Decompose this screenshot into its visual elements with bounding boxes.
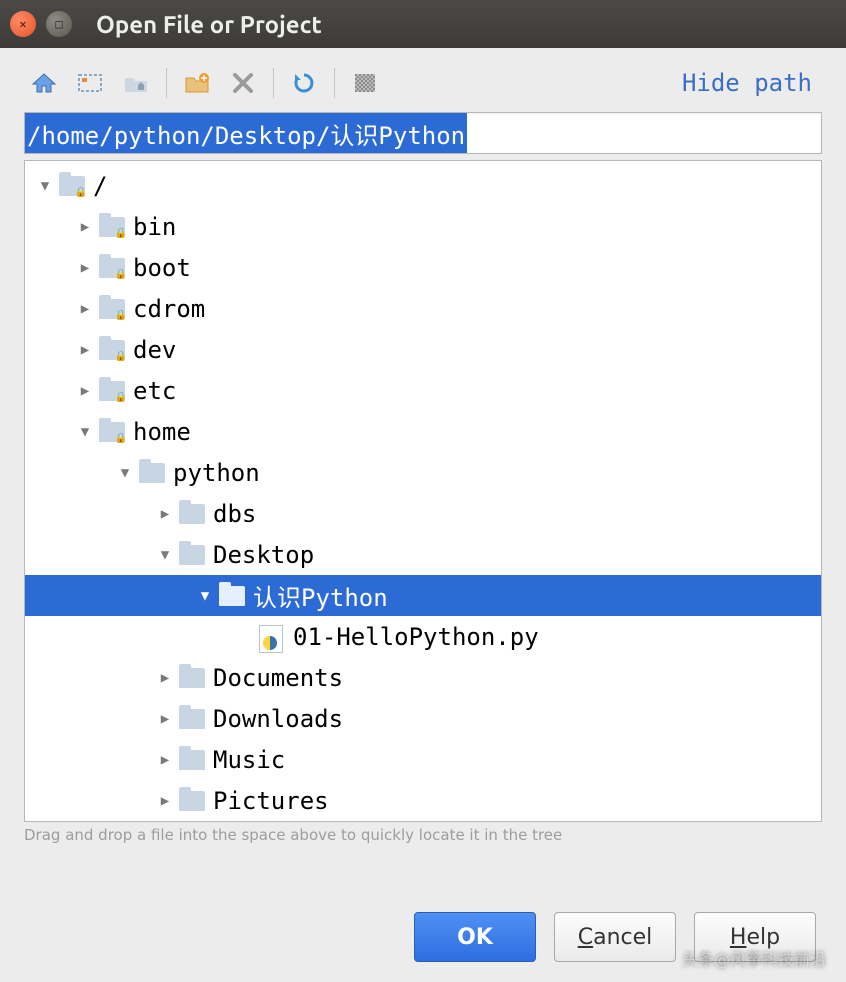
module-button[interactable]: [70, 64, 110, 102]
folder-icon: [179, 707, 207, 731]
toolbar-separator: [273, 68, 274, 98]
tree-label: /: [93, 172, 107, 200]
folder-icon: [179, 543, 207, 567]
tree-row[interactable]: dev: [25, 329, 821, 370]
tree-label: dev: [133, 336, 176, 364]
help-button[interactable]: Help: [694, 912, 816, 962]
tree-label: etc: [133, 377, 176, 405]
expand-arrow-icon[interactable]: [73, 301, 97, 317]
delete-button[interactable]: [223, 64, 263, 102]
help-rest: elp: [746, 925, 780, 950]
cancel-button[interactable]: Cancel: [554, 912, 676, 962]
folder-icon: [179, 789, 207, 813]
path-text: /home/python/Desktop/认识Python: [25, 113, 467, 153]
folder-icon: [139, 461, 167, 485]
expand-arrow-icon[interactable]: [113, 465, 137, 481]
tree-label: Desktop: [213, 541, 314, 569]
expand-arrow-icon[interactable]: [153, 670, 177, 686]
expand-arrow-icon[interactable]: [153, 711, 177, 727]
folder-up-button[interactable]: [116, 64, 156, 102]
home-icon: [31, 71, 57, 95]
expand-arrow-icon[interactable]: [73, 219, 97, 235]
show-hidden-icon: [353, 72, 377, 94]
window-minimize-button[interactable]: □: [46, 11, 72, 37]
tree-label: Downloads: [213, 705, 343, 733]
folder-icon: [99, 379, 127, 403]
ok-button[interactable]: OK: [414, 912, 536, 962]
tree-row[interactable]: Downloads: [25, 698, 821, 739]
tree-label: Pictures: [213, 787, 329, 815]
cancel-mnemonic: C: [578, 925, 593, 950]
toolbar-separator: [334, 68, 335, 98]
expand-arrow-icon[interactable]: [153, 547, 177, 563]
window-close-button[interactable]: ✕: [10, 11, 36, 37]
tree-label: home: [133, 418, 191, 446]
home-button[interactable]: [24, 64, 64, 102]
drag-hint: Drag and drop a file into the space abov…: [24, 826, 822, 844]
tree-label: boot: [133, 254, 191, 282]
toolbar-separator: [166, 68, 167, 98]
tree-label: dbs: [213, 500, 256, 528]
expand-arrow-icon[interactable]: [153, 752, 177, 768]
folder-icon: [219, 584, 247, 608]
refresh-icon: [292, 71, 316, 95]
refresh-button[interactable]: [284, 64, 324, 102]
tree-label: python: [173, 459, 260, 487]
folder-icon: [59, 174, 87, 198]
folder-icon: [99, 256, 127, 280]
toolbar: Hide path: [0, 48, 846, 112]
expand-arrow-icon[interactable]: [33, 178, 57, 194]
file-tree[interactable]: / bin boot cdrom dev etc home python dbs Desktop 认…: [24, 160, 822, 822]
tree-label: Documents: [213, 664, 343, 692]
tree-label: 认识Python: [253, 578, 388, 613]
tree-row[interactable]: Documents: [25, 657, 821, 698]
tree-row[interactable]: python: [25, 452, 821, 493]
tree-label: bin: [133, 213, 176, 241]
folder-up-icon: [123, 72, 149, 94]
new-folder-icon: [184, 72, 210, 94]
folder-icon: [99, 420, 127, 444]
tree-label: Music: [213, 746, 285, 774]
module-icon: [77, 72, 103, 94]
new-folder-button[interactable]: [177, 64, 217, 102]
tree-label: cdrom: [133, 295, 205, 323]
tree-row[interactable]: Music: [25, 739, 821, 780]
titlebar: ✕ □ Open File or Project: [0, 0, 846, 48]
tree-row[interactable]: /: [25, 165, 821, 206]
tree-row[interactable]: 01-HelloPython.py: [25, 616, 821, 657]
tree-row[interactable]: home: [25, 411, 821, 452]
folder-icon: [99, 297, 127, 321]
tree-row[interactable]: cdrom: [25, 288, 821, 329]
hide-path-link[interactable]: Hide path: [682, 69, 822, 97]
folder-icon: [99, 215, 127, 239]
python-file-icon: [259, 625, 287, 649]
tree-row[interactable]: Pictures: [25, 780, 821, 821]
delete-icon: [232, 72, 254, 94]
expand-arrow-icon[interactable]: [73, 260, 97, 276]
tree-label: 01-HelloPython.py: [293, 623, 539, 651]
folder-icon: [179, 502, 207, 526]
dialog-body: Hide path /home/python/Desktop/认识Python …: [0, 48, 846, 982]
expand-arrow-icon[interactable]: [73, 383, 97, 399]
path-input[interactable]: /home/python/Desktop/认识Python: [24, 112, 822, 154]
expand-arrow-icon[interactable]: [73, 342, 97, 358]
expand-arrow-icon[interactable]: [73, 424, 97, 440]
expand-arrow-icon[interactable]: [193, 588, 217, 604]
folder-icon: [179, 748, 207, 772]
cancel-rest: ancel: [593, 925, 652, 950]
tree-row[interactable]: 认识Python: [25, 575, 821, 616]
help-mnemonic: H: [730, 925, 747, 950]
window-title: Open File or Project: [96, 11, 322, 38]
tree-row[interactable]: bin: [25, 206, 821, 247]
show-hidden-button[interactable]: [345, 64, 385, 102]
expand-arrow-icon[interactable]: [153, 506, 177, 522]
expand-arrow-icon[interactable]: [153, 793, 177, 809]
folder-icon: [99, 338, 127, 362]
dialog-buttons: OK Cancel Help: [0, 912, 846, 962]
tree-row[interactable]: etc: [25, 370, 821, 411]
tree-row[interactable]: Desktop: [25, 534, 821, 575]
tree-row[interactable]: dbs: [25, 493, 821, 534]
folder-icon: [179, 666, 207, 690]
tree-row[interactable]: boot: [25, 247, 821, 288]
